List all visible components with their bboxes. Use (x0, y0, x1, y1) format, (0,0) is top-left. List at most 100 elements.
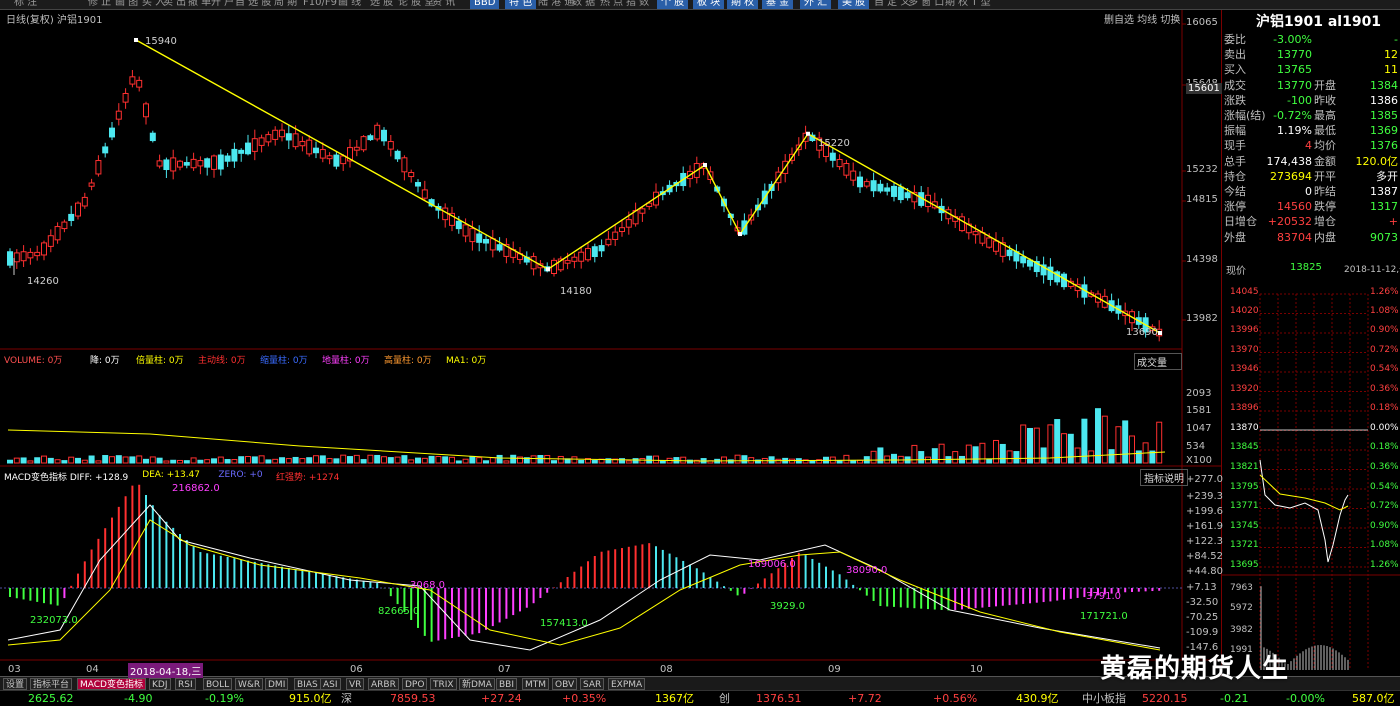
toolbar-button[interactable]: 周 期 (274, 0, 297, 9)
volume-bar (1040, 447, 1047, 464)
candle-body (469, 228, 476, 243)
status-value: 7859.53 (390, 692, 436, 705)
quote-label: 总手 (1224, 154, 1246, 168)
toolbar-button[interactable]: 期 权 (727, 0, 759, 9)
indicator-tab[interactable]: RSI (175, 678, 196, 690)
zigzag-point (806, 131, 810, 136)
toolbar-button[interactable]: 选 股 (370, 0, 393, 9)
indicator-tab[interactable]: OBV (552, 678, 578, 690)
indicator-tab[interactable]: MTM (522, 678, 550, 690)
indicator-help-button[interactable]: 指标说明 (1140, 469, 1188, 486)
volume-bar (27, 460, 34, 464)
toolbar-button[interactable]: 自 选 股 (235, 0, 271, 9)
chart-header-actions[interactable]: 删自选 均线 切换 (1104, 11, 1180, 26)
toolbar-button[interactable]: 热 点 (600, 0, 623, 9)
volume-bar (313, 455, 319, 464)
candle-body (870, 180, 877, 192)
chart-canvas[interactable] (0, 10, 1222, 676)
intraday-price-axis: 14045 (1230, 287, 1259, 297)
quote-label: 外盘 (1224, 230, 1246, 244)
candle-body (598, 245, 605, 252)
toolbar-button[interactable]: 期 权 T 型 (945, 0, 991, 9)
intraday-price-axis: 13795 (1230, 482, 1259, 492)
candle-body (612, 231, 619, 240)
volume-bar (557, 455, 564, 464)
toolbar-button[interactable]: 画 线 (338, 0, 361, 9)
toolbar-button[interactable]: 资 讯 (432, 0, 455, 9)
toolbar-button[interactable]: 板 块 (693, 0, 725, 9)
indicator-tab[interactable]: ARBR (368, 678, 399, 690)
indicator-tab[interactable]: EXPMA (608, 678, 646, 690)
indicator-tab[interactable]: BIAS (294, 678, 321, 690)
quote-value: 4 (1305, 139, 1312, 153)
quote-value: 13770 (1277, 48, 1312, 62)
toolbar-button[interactable]: 特 色 (505, 0, 537, 9)
candle-body (843, 163, 850, 176)
toolbar-button[interactable]: 修 正 (88, 0, 111, 9)
volume-bar (952, 451, 959, 464)
kline-chart-area[interactable] (0, 10, 1222, 676)
toolbar-button[interactable]: 多 窗 口 (908, 0, 944, 9)
toolbar-button[interactable]: 画 图 (115, 0, 138, 9)
candle-body (829, 152, 836, 161)
volume-bar (149, 456, 156, 464)
volume-bar (435, 456, 442, 464)
volume-legend-item: MA1: 0万 (446, 356, 487, 366)
price-annotation: 14180 (560, 286, 592, 297)
candle-body (986, 237, 993, 248)
indicator-tab[interactable]: 新DMA (459, 678, 495, 690)
indicator-tab[interactable]: BOLL (203, 678, 233, 690)
macd-axis-label: +277.0 (1186, 474, 1224, 485)
indicator-tab[interactable]: VR (346, 678, 365, 690)
toolbar-button[interactable]: 数 据 (572, 0, 595, 9)
quote-row: 现手 4 均价 1376 (1222, 138, 1400, 153)
indicator-tab[interactable]: DPO (402, 678, 428, 690)
volume-dropdown[interactable]: 成交量 (1134, 353, 1182, 370)
quote-row: 总手 174,438 金额 120.0亿 (1222, 154, 1400, 169)
volume-bar (1054, 419, 1061, 464)
status-value: 587.0亿 (1352, 692, 1395, 705)
indicator-tab[interactable]: MACD变色指标 (77, 678, 146, 690)
candle-body (170, 157, 177, 172)
volume-bar (884, 455, 891, 464)
price-axis-label: 14815 (1186, 194, 1218, 205)
indicator-tab[interactable]: SAR (580, 678, 605, 690)
volume-legend-item: 倍量柱: 0万 (136, 356, 184, 366)
toolbar-button[interactable]: 论 股 堂 (398, 0, 434, 9)
indicator-tab[interactable]: ASI (320, 678, 341, 690)
indicator-tab[interactable]: TRIX (430, 678, 457, 690)
zigzag-point (546, 267, 550, 272)
quote-label: 成交 (1224, 78, 1246, 92)
toolbar-button[interactable]: F10/F9 (303, 0, 337, 9)
indicator-tab[interactable]: 指标平台 (30, 678, 73, 690)
quote-label: 涨停 (1224, 200, 1246, 214)
candle-body (959, 216, 965, 232)
toolbar-button[interactable]: 外 汇 (800, 0, 832, 9)
candle-body (61, 221, 68, 230)
candle-body (394, 150, 401, 160)
macd-axis-label: -147.6 (1186, 642, 1219, 653)
toolbar-button[interactable]: 卖 出 (163, 0, 186, 9)
candle-body (591, 246, 598, 258)
toolbar-button[interactable]: 个 股 (657, 0, 689, 9)
toolbar-button[interactable]: 基 金 (762, 0, 794, 9)
candle-body (884, 187, 891, 192)
toolbar-button[interactable]: BBD (470, 0, 500, 9)
macd-value-label: 232073.0 (30, 615, 78, 626)
toolbar-button[interactable]: 标 注 (14, 0, 37, 9)
toolbar-button[interactable]: 陆 港 通 (538, 0, 574, 9)
toolbar-button[interactable]: 美 股 (838, 0, 870, 9)
indicator-tab[interactable]: 设置 (3, 678, 28, 690)
candle-body (462, 224, 469, 237)
toolbar-button[interactable]: 开 户 (211, 0, 234, 9)
toolbar-button[interactable]: 买 入 (142, 0, 165, 9)
indicator-tab[interactable]: W&R (235, 678, 264, 690)
toolbar-button[interactable]: 撤 单 (188, 0, 211, 9)
toolbar-button[interactable]: 指 数 (626, 0, 649, 9)
quote-row: 涨跌 -100 昨收 1386 (1222, 93, 1400, 108)
indicator-tab[interactable]: KDJ (149, 678, 171, 690)
volume-bar (374, 454, 381, 464)
toolbar-button[interactable]: 自 定 义 (874, 0, 910, 9)
indicator-tab[interactable]: DMI (265, 678, 289, 690)
indicator-tab[interactable]: BBI (496, 678, 518, 690)
